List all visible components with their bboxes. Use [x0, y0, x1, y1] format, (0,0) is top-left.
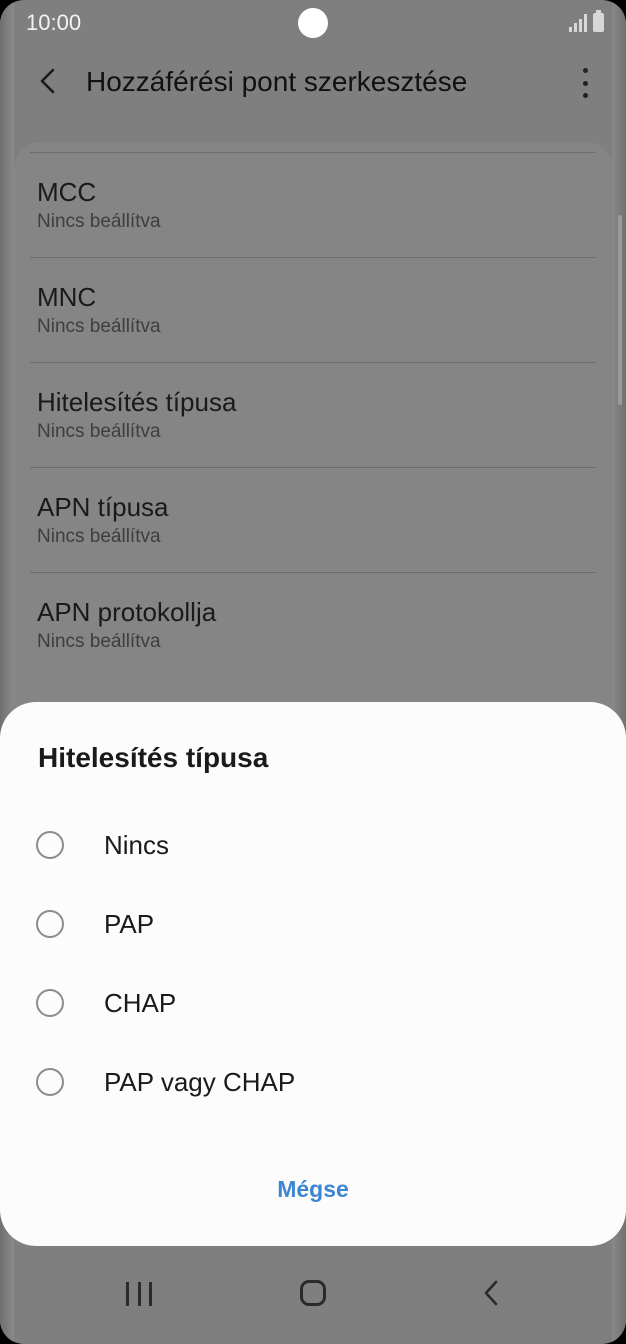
auth-type-dialog: Hitelesítés típusa Nincs PAP CHAP PAP va…: [0, 702, 626, 1246]
setting-row-apn-type[interactable]: APN típusa Nincs beállítva: [30, 467, 596, 572]
settings-list: MCC Nincs beállítva MNC Nincs beállítva …: [30, 152, 596, 677]
phone-screen: 10:00 Hozzáférési pont szerkesztése MCC: [0, 0, 626, 1344]
setting-value: Nincs beállítva: [37, 316, 161, 337]
setting-row-mnc[interactable]: MNC Nincs beállítva: [30, 257, 596, 362]
setting-title: Hitelesítés típusa: [37, 387, 237, 417]
setting-row-auth-type[interactable]: Hitelesítés típusa Nincs beállítva: [30, 362, 596, 467]
option-list: Nincs PAP CHAP PAP vagy CHAP: [0, 808, 626, 1124]
scroll-indicator[interactable]: [618, 215, 622, 405]
option-label: Nincs: [104, 830, 170, 860]
option-label: CHAP: [104, 988, 177, 1018]
setting-row-mcc[interactable]: MCC Nincs beállítva: [30, 152, 596, 257]
option-chap[interactable]: CHAP: [0, 966, 626, 1045]
option-none[interactable]: Nincs: [0, 808, 626, 887]
page-title: Hozzáférési pont szerkesztése: [86, 66, 468, 97]
app-bar: Hozzáférési pont szerkesztése: [0, 52, 626, 116]
setting-value: Nincs beállítva: [37, 631, 161, 652]
status-time: 10:00: [26, 10, 82, 35]
setting-title: APN protokollja: [37, 597, 217, 627]
camera-cutout: [298, 8, 328, 38]
setting-value: Nincs beállítva: [37, 421, 161, 442]
setting-title: APN típusa: [37, 492, 169, 522]
option-pap-or-chap[interactable]: PAP vagy CHAP: [0, 1045, 626, 1124]
option-label: PAP: [104, 909, 155, 939]
battery-icon: [593, 10, 604, 32]
more-vertical-icon[interactable]: [580, 68, 590, 98]
signal-icon: [569, 12, 587, 32]
radio-button[interactable]: [36, 989, 64, 1017]
setting-title: MNC: [37, 282, 97, 312]
status-icons: [569, 10, 604, 32]
navigation-bar: [0, 1264, 626, 1344]
recents-icon[interactable]: [126, 1282, 152, 1306]
option-label: PAP vagy CHAP: [104, 1067, 296, 1097]
setting-value: Nincs beállítva: [37, 526, 161, 547]
radio-button[interactable]: [36, 831, 64, 859]
chevron-left-icon[interactable]: [34, 66, 64, 96]
radio-button[interactable]: [36, 1068, 64, 1096]
option-pap[interactable]: PAP: [0, 887, 626, 966]
status-bar: 10:00: [0, 0, 626, 48]
setting-title: MCC: [37, 177, 97, 207]
back-icon[interactable]: [476, 1278, 506, 1308]
setting-row-apn-protocol[interactable]: APN protokollja Nincs beállítva: [30, 572, 596, 677]
setting-value: Nincs beállítva: [37, 211, 161, 232]
home-icon[interactable]: [300, 1280, 326, 1306]
cancel-button[interactable]: Mégse: [213, 1164, 413, 1214]
dialog-title: Hitelesítés típusa: [38, 742, 269, 773]
radio-button[interactable]: [36, 910, 64, 938]
